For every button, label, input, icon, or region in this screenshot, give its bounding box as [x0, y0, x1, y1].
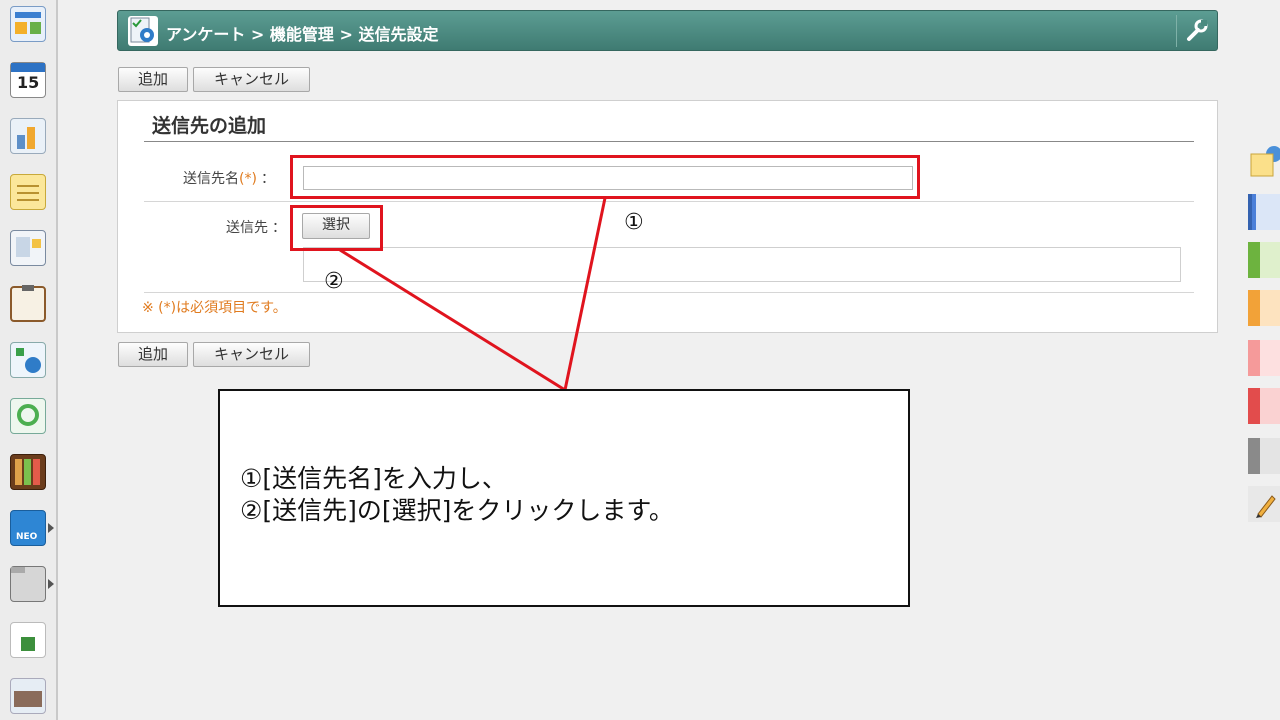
marker-2: ② [324, 269, 344, 294]
palette-red[interactable] [1248, 388, 1280, 424]
marker-1: ① [624, 210, 644, 235]
palette-green[interactable] [1248, 242, 1280, 278]
select-button-highlight [290, 205, 383, 251]
pencil-icon[interactable] [1248, 486, 1280, 522]
palette-blue[interactable] [1248, 194, 1280, 230]
callout-text: ①[送信先名]を入力し、 ②[送信先]の[選択]をクリックします。 [240, 463, 674, 527]
callout-line-2: ②[送信先]の[選択]をクリックします。 [240, 496, 674, 525]
palette-orange[interactable] [1248, 290, 1280, 326]
name-input-highlight [290, 155, 920, 199]
palette-pink[interactable] [1248, 340, 1280, 376]
instruction-callout: ①[送信先名]を入力し、 ②[送信先]の[選択]をクリックします。 [218, 389, 910, 607]
palette-gray[interactable] [1248, 438, 1280, 474]
annotation-connectors [339, 197, 607, 392]
callout-line-1: ①[送信先名]を入力し、 [240, 464, 507, 493]
notes-icon[interactable] [1248, 144, 1280, 180]
